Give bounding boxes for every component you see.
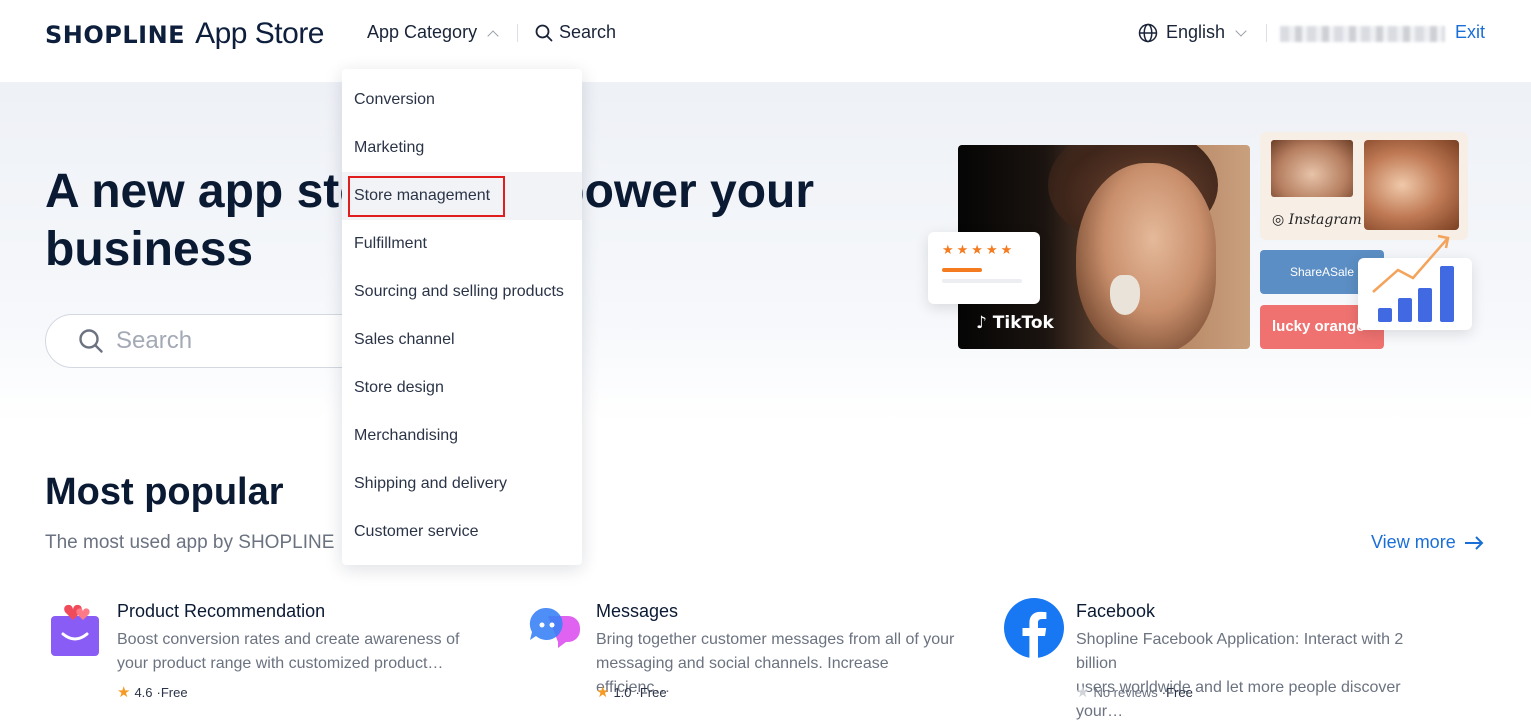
app-price: ·Free bbox=[1161, 684, 1193, 700]
header-divider bbox=[1266, 24, 1267, 42]
dropdown-item-store-design[interactable]: Store design bbox=[342, 364, 582, 412]
header-search-link[interactable]: Search bbox=[535, 22, 616, 43]
messages-icon bbox=[529, 607, 580, 648]
app-name: Facebook bbox=[1076, 601, 1156, 621]
app-rating: 4.6 bbox=[134, 684, 153, 700]
most-popular-subtitle: The most used app by SHOPLINE bbox=[45, 532, 335, 553]
review-bar-line bbox=[942, 279, 1022, 283]
trend-arrow-icon bbox=[1372, 234, 1450, 293]
dropdown-item-fulfillment[interactable]: Fulfillment bbox=[342, 220, 582, 268]
chevron-up-icon bbox=[487, 29, 499, 42]
highlight-box bbox=[348, 176, 505, 217]
dropdown-item-sourcing[interactable]: Sourcing and selling products bbox=[342, 268, 582, 316]
app-description-line: Bring together customer messages from al… bbox=[596, 631, 955, 648]
app-description-line: Boost conversion rates and create awaren… bbox=[117, 631, 460, 648]
facebook-icon bbox=[1004, 598, 1064, 660]
view-more-link[interactable]: View more bbox=[1371, 532, 1484, 553]
shareasale-label: ShareASale bbox=[1289, 265, 1355, 279]
dropdown-item-conversion[interactable]: Conversion bbox=[342, 76, 582, 124]
app-category-menu[interactable]: App Category bbox=[367, 22, 499, 43]
language-label: English bbox=[1166, 22, 1226, 42]
product-recommendation-icon bbox=[51, 604, 99, 656]
dropdown-item-sales-channel[interactable]: Sales channel bbox=[342, 316, 582, 364]
app-category-dropdown: Conversion Marketing Store management Fu… bbox=[342, 69, 582, 565]
instagram-label: Instagram bbox=[1288, 212, 1362, 228]
search-icon bbox=[535, 24, 553, 41]
globe-icon bbox=[1138, 23, 1158, 42]
app-meta: ★ 1.0 ·Free bbox=[596, 683, 667, 701]
logo-brand-text: SHOPLINE bbox=[45, 21, 186, 49]
arrow-right-icon bbox=[1464, 535, 1484, 550]
exit-link[interactable]: Exit bbox=[1455, 22, 1485, 43]
dropdown-item-customer-service[interactable]: Customer service bbox=[342, 508, 582, 556]
top-header: SHOPLINE App Store App Category Search E… bbox=[0, 0, 1531, 82]
search-icon bbox=[79, 329, 103, 353]
star-icon: ★ bbox=[117, 684, 131, 701]
app-meta: ★ No reviews ·Free bbox=[1076, 683, 1193, 701]
app-description-line: your product range with customized produ… bbox=[117, 655, 444, 672]
dropdown-item-merchandising[interactable]: Merchandising bbox=[342, 412, 582, 460]
view-more-label: View more bbox=[1371, 532, 1456, 552]
chart-bar-1 bbox=[1378, 308, 1392, 322]
chevron-down-icon bbox=[1235, 24, 1247, 37]
header-search-label: Search bbox=[559, 22, 617, 42]
chart-bar-2 bbox=[1398, 298, 1412, 322]
lucky-orange-label: lucky orange bbox=[1272, 318, 1365, 335]
rating-stars-icon: ★★★★★ bbox=[942, 242, 1016, 257]
hero-image-face bbox=[1076, 163, 1216, 349]
dropdown-item-shipping[interactable]: Shipping and delivery bbox=[342, 460, 582, 508]
growth-chart-illustration bbox=[1358, 234, 1472, 330]
review-bar-accent bbox=[942, 268, 982, 272]
language-selector[interactable]: English bbox=[1138, 22, 1247, 43]
app-rating: 1.0 bbox=[613, 684, 632, 700]
app-category-label: App Category bbox=[367, 22, 478, 42]
star-icon: ★ bbox=[1076, 684, 1090, 701]
shopline-app-store-logo[interactable]: SHOPLINE App Store bbox=[45, 17, 324, 51]
most-popular-title: Most popular bbox=[45, 471, 284, 513]
app-description: Boost conversion rates and create awaren… bbox=[117, 628, 477, 676]
tiktok-label: TikTok bbox=[992, 313, 1054, 333]
tiktok-logo: ♪ TikTok bbox=[976, 313, 1054, 333]
user-account-redacted[interactable] bbox=[1280, 26, 1445, 42]
hero-image-earring bbox=[1110, 275, 1140, 315]
app-description: Shopline Facebook Application: Interact … bbox=[1076, 628, 1436, 724]
instagram-photo-2 bbox=[1364, 140, 1459, 230]
app-price: ·Free bbox=[156, 684, 188, 700]
app-name: Messages bbox=[596, 601, 679, 621]
logo-app-text: App Store bbox=[195, 17, 324, 50]
app-rating: No reviews bbox=[1093, 684, 1158, 700]
app-name: Product Recommendation bbox=[117, 601, 326, 621]
instagram-photo-1 bbox=[1271, 140, 1353, 197]
hero-search-placeholder: Search bbox=[116, 327, 193, 354]
instagram-logo: ◎ Instagram bbox=[1272, 212, 1362, 228]
star-icon: ★ bbox=[596, 684, 610, 701]
app-price: ·Free bbox=[635, 684, 667, 700]
dropdown-item-marketing[interactable]: Marketing bbox=[342, 124, 582, 172]
app-description-line: Shopline Facebook Application: Interact … bbox=[1076, 631, 1404, 672]
review-card-illustration: ★★★★★ bbox=[928, 232, 1040, 304]
nav-divider bbox=[517, 24, 518, 42]
app-meta: ★ 4.6 ·Free bbox=[117, 683, 188, 701]
